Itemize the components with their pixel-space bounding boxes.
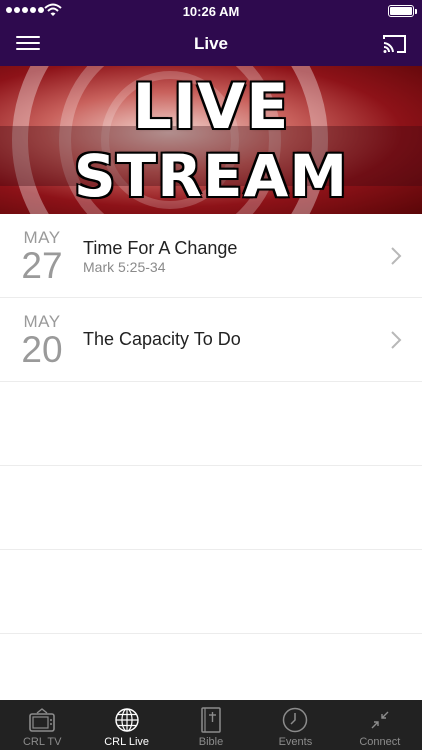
tab-connect[interactable]: Connect: [338, 700, 422, 750]
list-item[interactable]: MAY 20 The Capacity To Do: [0, 298, 422, 382]
globe-icon: [114, 708, 139, 732]
connect-icon: [371, 711, 389, 729]
bible-icon: [201, 707, 221, 733]
empty-row: [0, 382, 422, 466]
nav-bar: Live: [0, 22, 422, 66]
page-title: Live: [193, 34, 229, 53]
date-badge: MAY 27: [14, 228, 70, 284]
tab-label: Bible: [198, 736, 224, 748]
tab-bible[interactable]: Bible: [169, 700, 253, 750]
sermon-title: The Capacity To Do: [83, 329, 241, 349]
tab-events[interactable]: Events: [253, 700, 337, 750]
tab-label: Events: [278, 736, 313, 748]
banner-stream-text: STREAM: [73, 142, 349, 210]
tv-icon: [29, 708, 56, 732]
tab-label: Connect: [359, 736, 401, 748]
top-bar: 10:26 AM Live: [0, 0, 422, 66]
sermon-list: MAY 27 Time For A Change Mark 5:25-34 MA…: [0, 214, 422, 718]
empty-row: [0, 466, 422, 550]
live-stream-banner[interactable]: LIVE STREAM: [0, 66, 422, 214]
cast-icon[interactable]: [382, 32, 408, 56]
battery-icon: [388, 5, 417, 17]
sermon-scripture: Mark 5:25-34: [83, 259, 166, 275]
tab-crl-live[interactable]: CRL Live: [84, 700, 168, 750]
clock-icon: [283, 707, 308, 733]
date-day: 20: [21, 329, 63, 370]
tab-bar: CRL TV CRL Live Bible Events Connect: [0, 700, 422, 750]
list-item[interactable]: MAY 27 Time For A Change Mark 5:25-34: [0, 214, 422, 298]
banner-live-text: LIVE: [132, 70, 290, 143]
chevron-right-icon: [391, 247, 402, 265]
date-day: 27: [21, 245, 63, 286]
sermon-title: Time For A Change: [83, 238, 238, 258]
tab-label: CRL Live: [104, 736, 150, 748]
tab-label: CRL TV: [22, 736, 62, 748]
chevron-right-icon: [391, 331, 402, 349]
empty-row: [0, 550, 422, 634]
status-time: 10:26 AM: [182, 4, 240, 19]
date-badge: MAY 20: [14, 312, 70, 368]
status-bar: 10:26 AM: [0, 0, 422, 22]
tab-crl-tv[interactable]: CRL TV: [0, 700, 84, 750]
